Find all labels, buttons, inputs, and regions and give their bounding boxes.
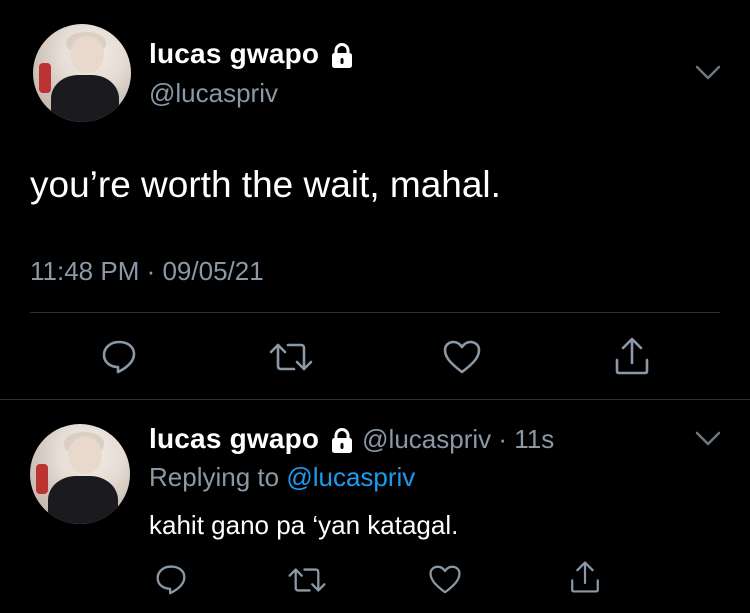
share-icon[interactable]	[612, 336, 652, 376]
share-icon[interactable]	[568, 560, 602, 594]
timestamp[interactable]: 11:48 PM · 09/05/21	[30, 256, 264, 287]
tweet-text: you’re worth the wait, mahal.	[30, 164, 501, 205]
chevron-down-icon[interactable]	[694, 430, 722, 453]
lock-icon	[330, 43, 354, 74]
replying-label: Replying to	[149, 462, 280, 492]
display-name[interactable]: lucas gwapo	[149, 423, 319, 454]
retweet-icon[interactable]	[268, 340, 314, 374]
reply-text: kahit gano pa ‘yan katagal.	[149, 510, 459, 540]
divider	[30, 312, 720, 313]
like-icon[interactable]	[428, 564, 462, 595]
reply-icon[interactable]	[154, 563, 188, 595]
reply-header: lucas gwapo @lucaspriv · 11s	[149, 423, 554, 459]
reply-icon[interactable]	[100, 338, 138, 374]
chevron-down-icon[interactable]	[694, 64, 722, 87]
replying-handle-link[interactable]: @lucaspriv	[286, 462, 415, 492]
display-name[interactable]: lucas gwapo	[149, 38, 319, 69]
retweet-icon[interactable]	[287, 565, 327, 595]
avatar[interactable]	[33, 24, 131, 122]
handle-time[interactable]: @lucaspriv · 11s	[362, 424, 554, 454]
divider	[0, 399, 750, 400]
lock-icon	[330, 428, 354, 459]
like-icon[interactable]	[442, 339, 482, 375]
replying-to: Replying to @lucaspriv	[149, 462, 415, 493]
handle[interactable]: @lucaspriv	[149, 78, 278, 109]
avatar[interactable]	[30, 424, 130, 524]
tweet-header: lucas gwapo	[149, 38, 354, 74]
